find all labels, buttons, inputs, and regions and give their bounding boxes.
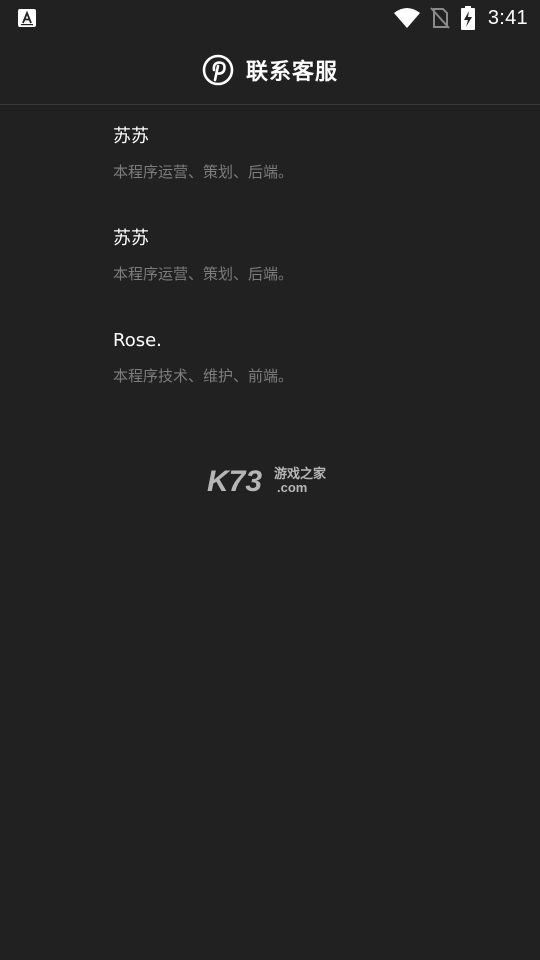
page-title: 联系客服 [245,60,338,85]
status-time: 3:41 [487,6,528,29]
app-a-icon [18,9,36,27]
no-sim-icon [430,7,450,29]
watermark-domain: .com [277,480,307,495]
contact-role: 本程序运营、策划、后端。 [113,163,294,181]
watermark-brand: K73 [207,465,262,496]
status-bar: 3:41 [0,0,540,36]
contact-role: 本程序运营、策划、后端。 [113,265,294,283]
k73-watermark-logo: K73 游戏之家 .com [207,465,327,496]
contact-role: 本程序技术、维护、前端。 [113,367,294,385]
pinterest-p-icon [202,54,234,86]
list-item[interactable]: 苏苏 本程序运营、策划、后端。 [113,224,513,326]
battery-charging-icon [460,6,475,30]
wifi-icon [393,8,420,28]
screen: 3:41 联系客服 苏苏 本程序运营、策划、后端。 苏苏 本程序运营、策划、后端… [0,0,540,960]
list-item[interactable]: Rose. 本程序技术、维护、前端。 [113,326,513,428]
contact-name: Rose. [113,330,162,351]
contact-name: 苏苏 [113,126,149,147]
list-item[interactable]: 苏苏 本程序运营、策划、后端。 [113,122,513,224]
status-icons: 3:41 [393,0,528,36]
page-header: 联系客服 [0,36,540,105]
contact-list: 苏苏 本程序运营、策划、后端。 苏苏 本程序运营、策划、后端。 Rose. 本程… [113,122,513,428]
contact-name: 苏苏 [113,228,149,249]
